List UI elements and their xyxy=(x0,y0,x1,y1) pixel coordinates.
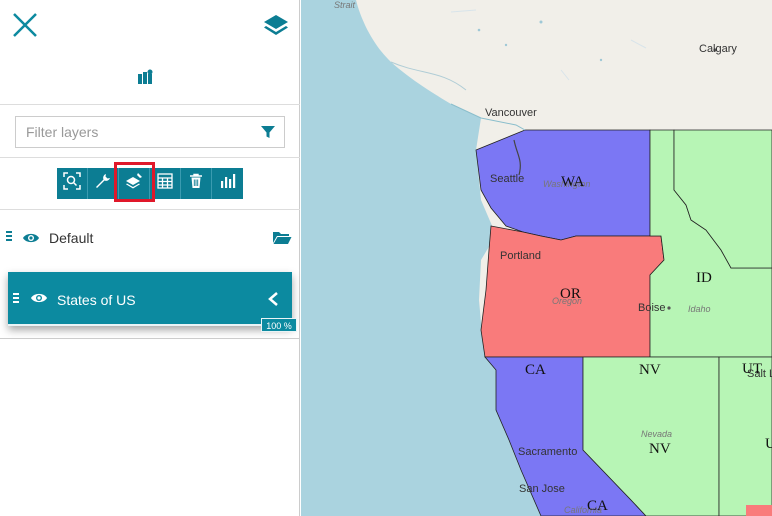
map-city-label: Calgary xyxy=(699,43,737,55)
drag-handle-icon[interactable] xyxy=(13,293,19,303)
divider xyxy=(0,157,300,158)
state-label: ID xyxy=(696,270,712,286)
map-place-label: Nevada xyxy=(641,429,673,439)
layer-panel: Default States of US 100 % xyxy=(0,0,300,516)
style-editor-button[interactable] xyxy=(119,168,150,199)
map-place-label: Idaho xyxy=(688,304,711,314)
zoom-to-layer-button[interactable] xyxy=(57,168,88,199)
divider xyxy=(0,209,300,210)
map-place-label: Strait xyxy=(334,0,356,10)
remove-layer-button[interactable] xyxy=(181,168,212,199)
map-city-label: Boise xyxy=(638,302,666,314)
map-city-label: Vancouver xyxy=(485,107,537,119)
wrench-icon xyxy=(94,172,112,195)
filter-icon[interactable] xyxy=(260,124,276,140)
map-city-label: Portland xyxy=(500,250,541,262)
state-label: OR xyxy=(560,286,581,302)
layer-toolbar xyxy=(57,168,243,199)
filter-layers-field[interactable] xyxy=(15,116,285,148)
state-label: U xyxy=(765,436,772,452)
layer-group-default[interactable]: Default xyxy=(0,224,300,252)
map-city-label: Sacramento xyxy=(518,446,578,458)
attribute-table-button[interactable] xyxy=(150,168,181,199)
layer-settings-button[interactable] xyxy=(88,168,119,199)
opacity-slider-track[interactable] xyxy=(8,324,266,326)
state-label: UT xyxy=(742,361,762,377)
eye-icon[interactable] xyxy=(30,291,48,310)
drag-handle-icon[interactable] xyxy=(6,231,12,241)
group-label: Default xyxy=(49,230,94,246)
chevron-left-icon[interactable] xyxy=(266,291,280,312)
divider xyxy=(0,338,300,339)
zoom-extent-icon xyxy=(63,172,81,195)
close-icon[interactable] xyxy=(10,10,40,40)
trash-icon xyxy=(188,173,204,194)
map-city-label: San Jose xyxy=(519,483,565,495)
filter-layers-input[interactable] xyxy=(16,117,266,147)
state-label: WA xyxy=(561,174,585,190)
map-catalog-icon[interactable] xyxy=(136,68,154,86)
state-label: CA xyxy=(525,362,546,378)
folder-open-icon[interactable] xyxy=(272,229,292,250)
layer-states-of-us[interactable]: States of US xyxy=(8,272,292,326)
state-label: NV xyxy=(639,362,661,378)
map-view[interactable]: Strait Calgary Vancouver Seattle Washing… xyxy=(301,0,772,516)
layers-icon[interactable] xyxy=(262,12,290,40)
style-brush-icon xyxy=(125,172,143,195)
widget-builder-button[interactable] xyxy=(212,168,243,199)
table-icon xyxy=(157,173,173,194)
divider xyxy=(0,104,300,105)
bar-chart-icon xyxy=(219,172,237,195)
state-label: CA xyxy=(587,498,608,514)
opacity-value-badge: 100 % xyxy=(261,318,297,332)
eye-icon[interactable] xyxy=(22,231,40,250)
map-city-label: Seattle xyxy=(490,173,525,185)
layer-label: States of US xyxy=(57,292,136,308)
state-label: NV xyxy=(649,441,671,457)
